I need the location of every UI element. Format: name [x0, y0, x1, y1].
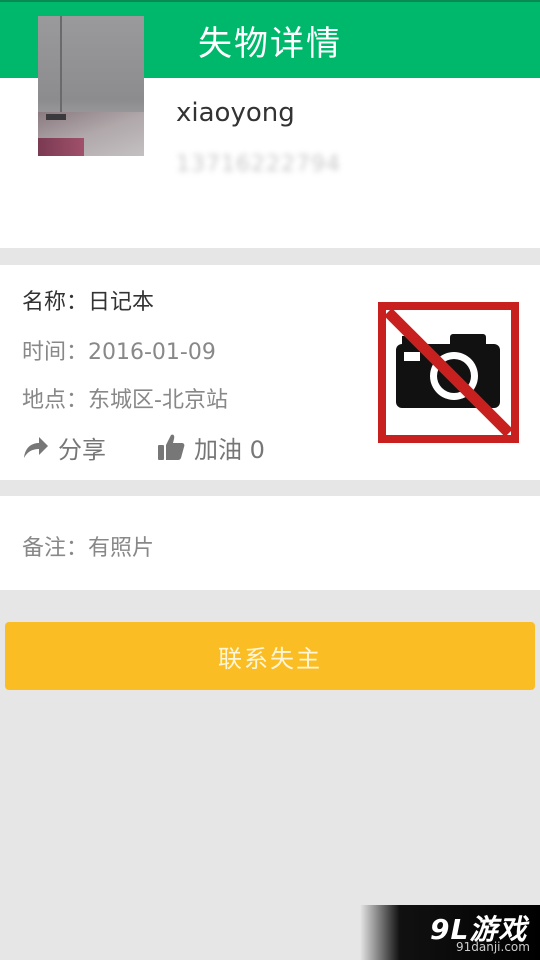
remark-text: 备注：有照片 — [22, 536, 155, 561]
share-arrow-icon — [24, 437, 48, 458]
avatar-photo-rug — [38, 138, 84, 156]
avatar[interactable] — [38, 16, 144, 156]
avatar-photo-cable — [60, 16, 62, 116]
thumbs-up-icon — [158, 434, 185, 460]
share-label: 分享 — [58, 435, 106, 464]
phone-number-blurred: 13716222794 — [176, 152, 341, 177]
share-button[interactable]: 分享 — [20, 430, 106, 464]
no-photo-camera-icon[interactable] — [378, 302, 519, 443]
watermark-url: 91danji.com — [456, 940, 530, 954]
page-title: 失物详情 — [198, 23, 342, 64]
username: xiaoyong — [176, 98, 295, 128]
contact-owner-button[interactable]: 联系失主 — [5, 622, 535, 690]
cheer-label: 加油 0 — [194, 435, 265, 464]
cheer-button[interactable]: 加油 0 — [156, 430, 265, 464]
avatar-photo-baseboard — [46, 114, 66, 120]
item-time: 时间：2016-01-09 — [22, 340, 216, 365]
item-name: 名称：日记本 — [22, 290, 155, 315]
item-location: 地点：东城区-北京站 — [22, 388, 228, 413]
